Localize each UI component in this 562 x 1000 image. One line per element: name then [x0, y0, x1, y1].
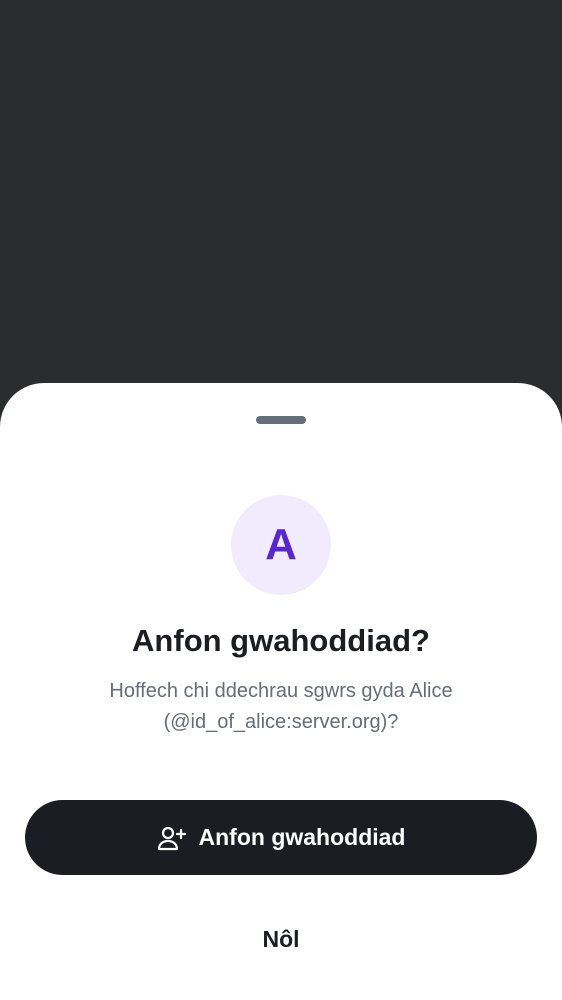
drag-handle[interactable]: [256, 416, 306, 424]
dialog-subtitle: Hoffech chi ddechrau sgwrs gyda Alice (@…: [60, 676, 502, 738]
send-invite-button[interactable]: Anfon gwahoddiad: [25, 800, 537, 875]
send-invite-label: Anfon gwahoddiad: [198, 824, 406, 850]
avatar: A: [231, 495, 331, 595]
bottom-sheet: A Anfon gwahoddiad? Hoffech chi ddechrau…: [0, 383, 562, 1000]
back-label: Nôl: [262, 925, 300, 952]
avatar-initial: A: [265, 520, 297, 569]
back-button[interactable]: Nôl: [181, 903, 381, 975]
dialog-title: Anfon gwahoddiad?: [132, 623, 430, 658]
subtitle-line-1: Hoffech chi ddechrau sgwrs gyda Alice: [109, 680, 453, 702]
user-add-icon: [157, 825, 187, 851]
subtitle-line-2: (@id_of_alice:server.org)?: [163, 711, 399, 733]
